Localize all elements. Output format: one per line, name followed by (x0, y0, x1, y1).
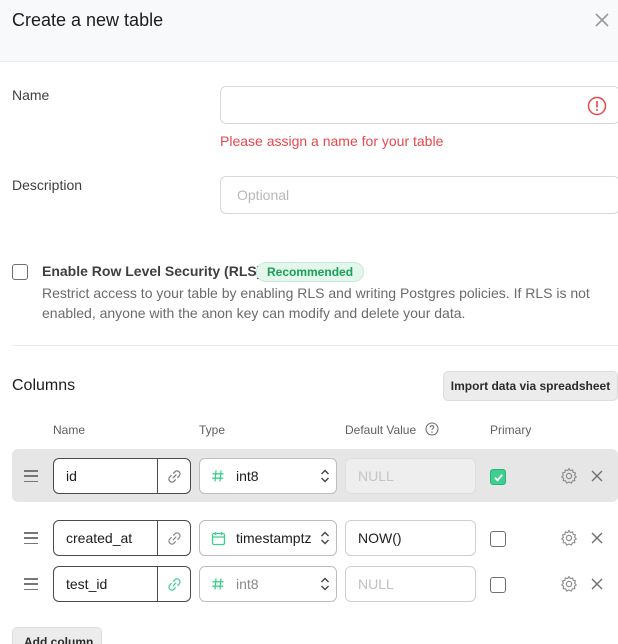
close-button[interactable] (590, 8, 614, 32)
column-header-default: Default Value (345, 423, 417, 437)
section-divider (12, 345, 618, 346)
rls-description: Restrict access to your table by enablin… (42, 285, 590, 321)
column-type-value: int8 (236, 576, 259, 592)
default-value-input[interactable]: NULL (345, 566, 476, 602)
foreign-key-button[interactable] (157, 459, 190, 493)
column-type-value: timestamptz (236, 530, 312, 546)
remove-column-icon[interactable] (590, 469, 604, 483)
check-icon (493, 473, 503, 482)
close-icon (595, 13, 609, 27)
foreign-key-button[interactable] (157, 567, 190, 601)
name-label: Name (12, 87, 50, 103)
default-value-input[interactable]: NULL (345, 458, 476, 494)
error-icon (587, 96, 607, 116)
column-name-value: test_id (66, 576, 108, 592)
column-name-value: created_at (66, 530, 133, 546)
column-header-primary: Primary (490, 423, 532, 437)
column-header-type: Type (199, 423, 226, 437)
columns-title: Columns (12, 377, 76, 394)
column-name-input[interactable]: test_id (53, 566, 191, 602)
name-input[interactable] (220, 86, 618, 124)
primary-checkbox[interactable] (490, 577, 506, 593)
link-icon (167, 469, 181, 483)
remove-column-icon[interactable] (590, 531, 604, 545)
column-type-select[interactable]: timestamptz (199, 520, 337, 556)
description-input[interactable] (220, 176, 618, 214)
dialog-header: Create a new table (0, 0, 618, 62)
primary-checkbox[interactable] (490, 531, 506, 547)
link-icon (167, 531, 181, 545)
column-type-select[interactable]: int8 (199, 566, 337, 602)
rls-title: Enable Row Level Security (RLS) (42, 263, 262, 279)
add-column-button[interactable]: Add column (12, 627, 102, 644)
chevron-up-down-icon (321, 577, 329, 591)
help-icon[interactable] (425, 422, 439, 436)
remove-column-icon[interactable] (590, 577, 604, 591)
drag-handle-icon[interactable] (24, 578, 38, 590)
dialog-title: Create a new table (12, 10, 164, 30)
import-spreadsheet-button[interactable]: Import data via spreadsheet (443, 371, 618, 401)
gear-icon[interactable] (560, 529, 578, 547)
chevron-up-down-icon (321, 469, 329, 483)
column-type-select[interactable]: int8 (199, 458, 337, 494)
chevron-up-down-icon (321, 531, 329, 545)
column-name-input[interactable]: created_at (53, 520, 191, 556)
default-value-input[interactable]: NOW() (345, 520, 476, 556)
description-label: Description (12, 177, 83, 193)
hash-icon (212, 578, 224, 590)
gear-icon[interactable] (560, 575, 578, 593)
link-icon (167, 577, 181, 591)
gear-icon[interactable] (560, 467, 578, 485)
name-error-message: Please assign a name for your table (220, 133, 444, 149)
column-header-name: Name (53, 423, 86, 437)
column-name-value: id (66, 468, 77, 484)
foreign-key-button[interactable] (157, 521, 190, 555)
column-type-value: int8 (236, 468, 259, 484)
column-name-input[interactable]: id (53, 458, 191, 494)
drag-handle-icon[interactable] (24, 532, 38, 544)
primary-checkbox[interactable] (490, 469, 506, 485)
calendar-icon (211, 531, 225, 545)
drag-handle-icon[interactable] (24, 470, 38, 482)
rls-checkbox[interactable] (12, 264, 28, 280)
recommended-badge: Recommended (256, 262, 365, 282)
hash-icon (212, 470, 224, 482)
